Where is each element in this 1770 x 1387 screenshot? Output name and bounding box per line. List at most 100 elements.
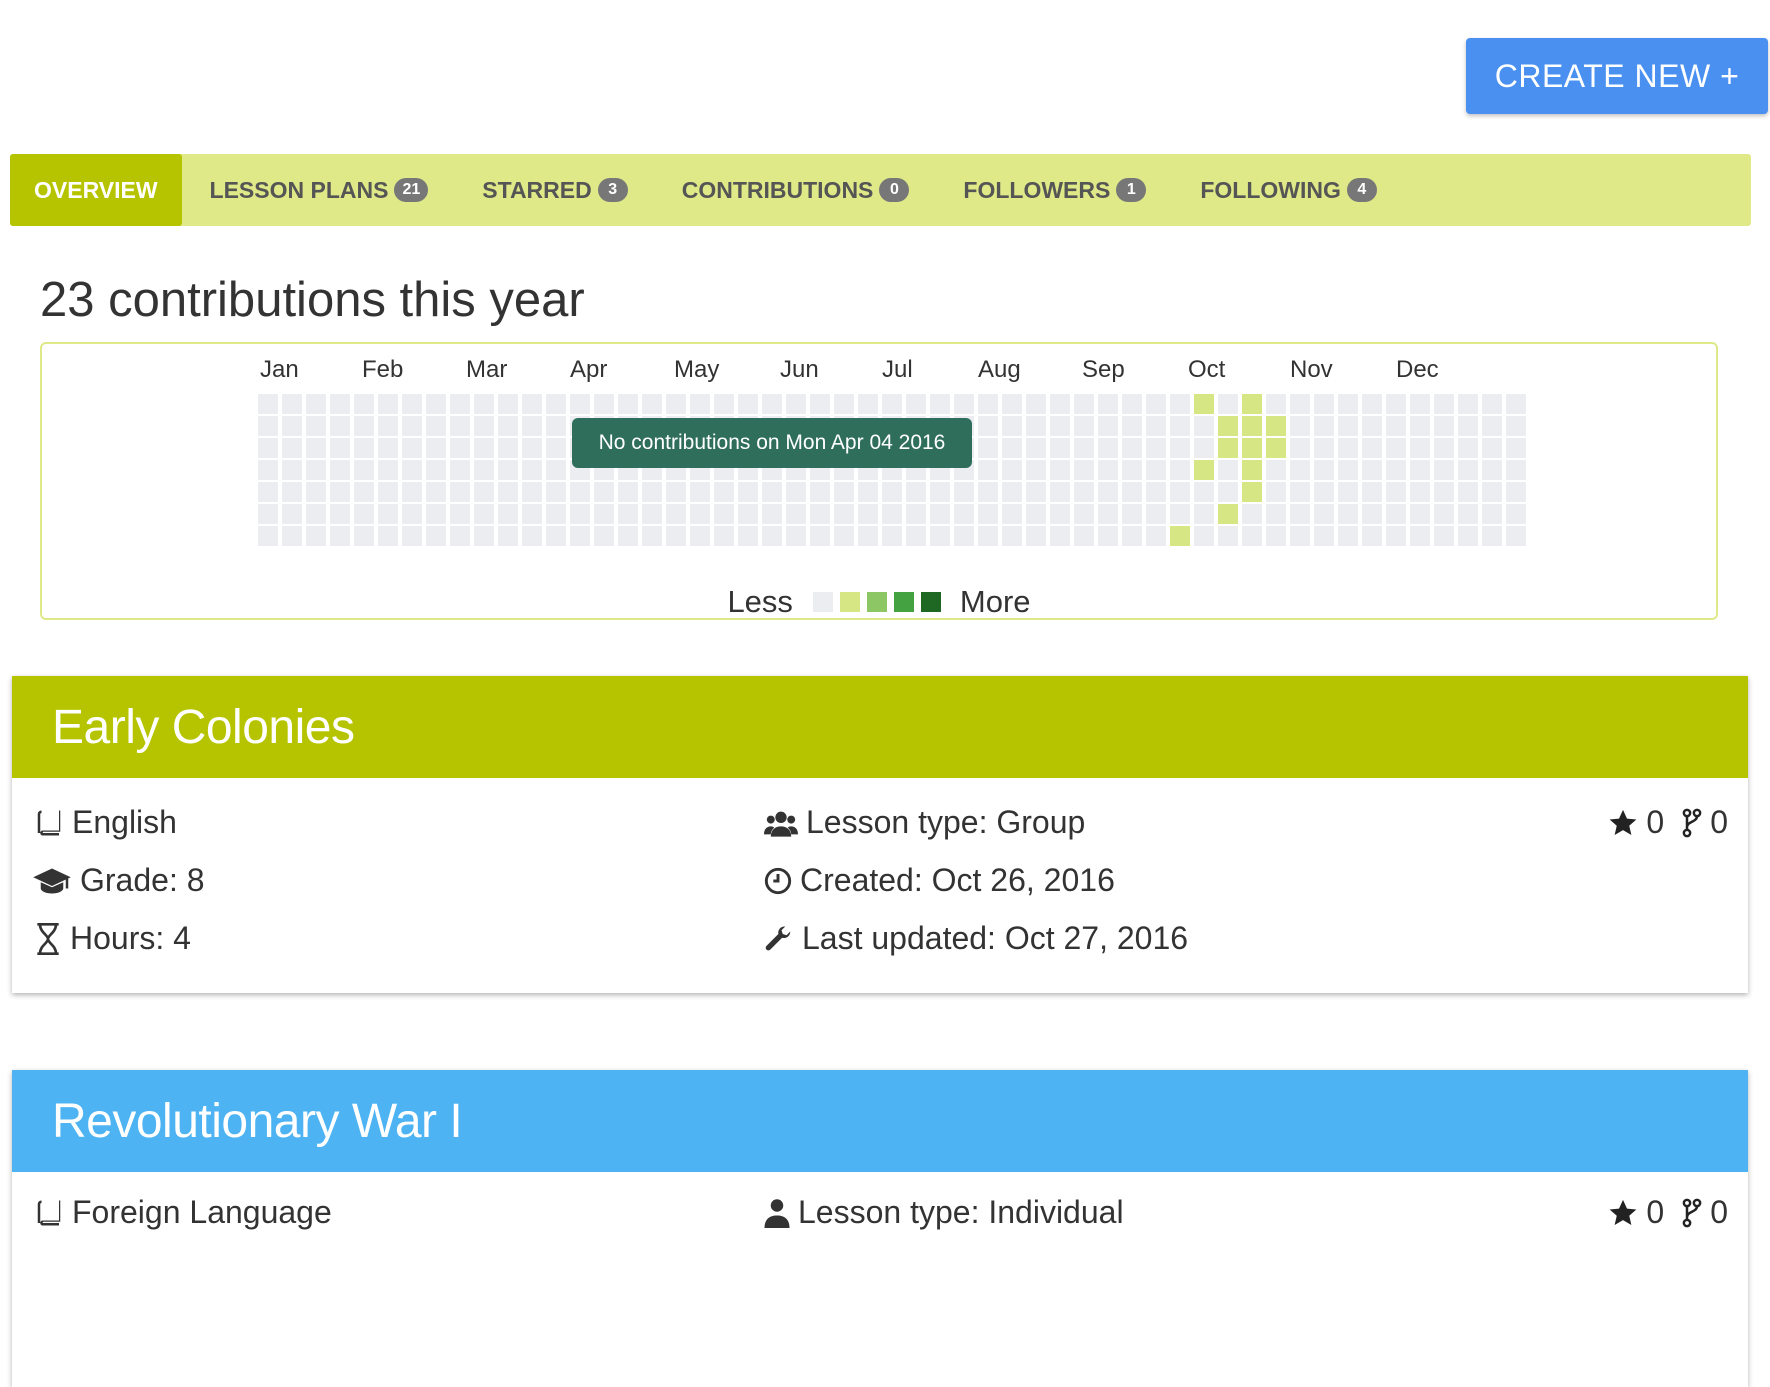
contribution-day-cell[interactable] [1314, 438, 1334, 458]
contribution-day-cell[interactable] [1314, 526, 1334, 546]
contribution-day-cell[interactable] [1362, 482, 1382, 502]
contribution-day-cell[interactable] [498, 438, 518, 458]
contribution-day-cell[interactable] [810, 504, 830, 524]
contribution-day-cell[interactable] [1386, 482, 1406, 502]
contribution-day-cell[interactable] [1218, 526, 1238, 546]
contribution-day-cell[interactable] [450, 394, 470, 414]
contribution-day-cell[interactable] [1290, 526, 1310, 546]
contribution-day-cell[interactable] [1026, 460, 1046, 480]
contribution-day-cell[interactable] [1146, 526, 1166, 546]
contribution-day-cell[interactable] [1002, 526, 1022, 546]
contribution-day-cell[interactable] [762, 394, 782, 414]
contribution-day-cell[interactable] [690, 526, 710, 546]
contribution-day-cell[interactable] [282, 460, 302, 480]
contribution-day-cell[interactable] [1146, 438, 1166, 458]
contribution-day-cell[interactable] [546, 460, 566, 480]
contribution-day-cell[interactable] [474, 460, 494, 480]
contribution-day-cell[interactable] [1098, 504, 1118, 524]
contribution-day-cell[interactable] [1218, 504, 1238, 524]
lesson-title[interactable]: Early Colonies [52, 700, 355, 755]
contribution-day-cell[interactable] [1482, 482, 1502, 502]
contribution-day-cell[interactable] [1410, 416, 1430, 436]
contribution-day-cell[interactable] [1050, 526, 1070, 546]
contribution-day-cell[interactable] [1434, 438, 1454, 458]
contribution-day-cell[interactable] [402, 394, 422, 414]
contribution-day-cell[interactable] [954, 526, 974, 546]
contribution-day-cell[interactable] [1482, 394, 1502, 414]
contribution-day-cell[interactable] [1314, 482, 1334, 502]
contribution-day-cell[interactable] [258, 438, 278, 458]
contribution-day-cell[interactable] [1050, 394, 1070, 414]
contribution-day-cell[interactable] [1194, 504, 1214, 524]
contribution-day-cell[interactable] [1410, 504, 1430, 524]
contribution-day-cell[interactable] [330, 394, 350, 414]
contribution-day-cell[interactable] [810, 482, 830, 502]
contribution-day-cell[interactable] [1338, 438, 1358, 458]
contribution-day-cell[interactable] [282, 526, 302, 546]
tab-following[interactable]: FOLLOWING 4 [1200, 154, 1377, 226]
contribution-day-cell[interactable] [1026, 504, 1046, 524]
contribution-day-cell[interactable] [882, 394, 902, 414]
contribution-day-cell[interactable] [810, 526, 830, 546]
contribution-day-cell[interactable] [378, 460, 398, 480]
contribution-day-cell[interactable] [1026, 416, 1046, 436]
contribution-day-cell[interactable] [930, 526, 950, 546]
contribution-day-cell[interactable] [1098, 394, 1118, 414]
contribution-day-cell[interactable] [978, 482, 998, 502]
contribution-day-cell[interactable] [354, 460, 374, 480]
contribution-day-cell[interactable] [1362, 394, 1382, 414]
tab-starred[interactable]: STARRED 3 [482, 154, 628, 226]
contribution-day-cell[interactable] [834, 504, 854, 524]
contribution-day-cell[interactable] [618, 526, 638, 546]
contribution-day-cell[interactable] [738, 482, 758, 502]
contribution-day-cell[interactable] [474, 526, 494, 546]
contribution-day-cell[interactable] [258, 526, 278, 546]
contribution-day-cell[interactable] [354, 482, 374, 502]
contribution-day-cell[interactable] [1122, 416, 1142, 436]
contribution-day-cell[interactable] [1242, 460, 1262, 480]
contribution-day-cell[interactable] [714, 526, 734, 546]
contribution-day-cell[interactable] [1122, 438, 1142, 458]
contribution-day-cell[interactable] [498, 526, 518, 546]
contribution-day-cell[interactable] [570, 504, 590, 524]
contribution-day-cell[interactable] [786, 504, 806, 524]
contribution-day-cell[interactable] [378, 526, 398, 546]
contribution-day-cell[interactable] [282, 482, 302, 502]
contribution-day-cell[interactable] [1242, 504, 1262, 524]
contribution-day-cell[interactable] [1170, 504, 1190, 524]
contribution-day-cell[interactable] [1170, 460, 1190, 480]
contribution-day-cell[interactable] [450, 526, 470, 546]
contribution-day-cell[interactable] [1170, 416, 1190, 436]
contribution-day-cell[interactable] [546, 438, 566, 458]
contribution-day-cell[interactable] [978, 394, 998, 414]
contribution-day-cell[interactable] [690, 482, 710, 502]
contribution-day-cell[interactable] [306, 438, 326, 458]
contribution-day-cell[interactable] [1170, 482, 1190, 502]
lesson-card-header[interactable]: Revolutionary War I [12, 1070, 1748, 1172]
contribution-day-cell[interactable] [258, 460, 278, 480]
contribution-day-cell[interactable] [1122, 394, 1142, 414]
contribution-day-cell[interactable] [426, 526, 446, 546]
contribution-day-cell[interactable] [1290, 394, 1310, 414]
contribution-day-cell[interactable] [1338, 394, 1358, 414]
contribution-day-cell[interactable] [1290, 438, 1310, 458]
contribution-day-cell[interactable] [1266, 416, 1286, 436]
contribution-day-cell[interactable] [858, 526, 878, 546]
contribution-day-cell[interactable] [1386, 526, 1406, 546]
contribution-day-cell[interactable] [1026, 526, 1046, 546]
contribution-day-cell[interactable] [1458, 394, 1478, 414]
contribution-day-cell[interactable] [714, 482, 734, 502]
contribution-day-cell[interactable] [1434, 394, 1454, 414]
contribution-day-cell[interactable] [618, 394, 638, 414]
contribution-day-cell[interactable] [1098, 482, 1118, 502]
contribution-day-cell[interactable] [1002, 416, 1022, 436]
contribution-day-cell[interactable] [762, 526, 782, 546]
contribution-day-cell[interactable] [450, 438, 470, 458]
contribution-day-cell[interactable] [1170, 526, 1190, 546]
contribution-day-cell[interactable] [378, 416, 398, 436]
contribution-day-cell[interactable] [978, 526, 998, 546]
contribution-day-cell[interactable] [1170, 394, 1190, 414]
contribution-day-cell[interactable] [498, 504, 518, 524]
fork-icon[interactable] [1682, 1198, 1702, 1228]
contribution-day-cell[interactable] [378, 504, 398, 524]
